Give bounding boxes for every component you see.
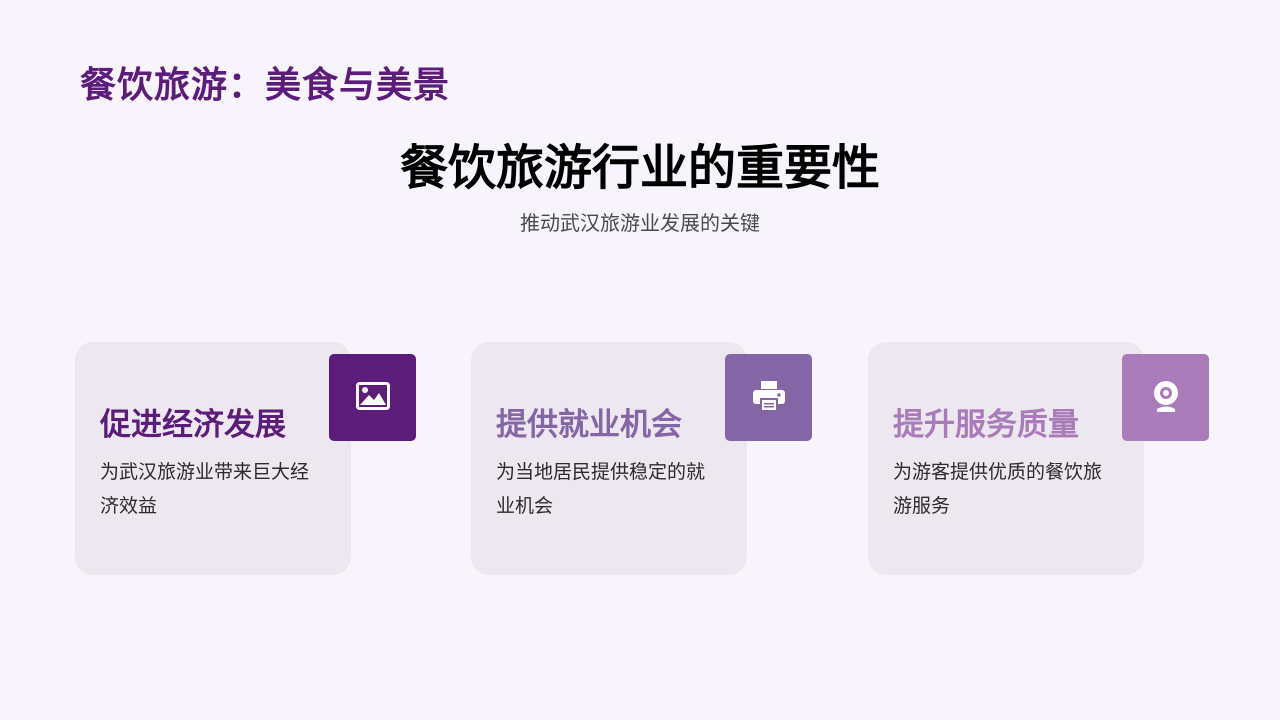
deck-title: 餐饮旅游：美食与美景	[80, 65, 451, 106]
card-icon-box	[1122, 354, 1209, 441]
image-icon	[355, 381, 390, 414]
printer-icon	[752, 380, 786, 416]
card-heading: 提供就业机会	[496, 407, 682, 443]
card-description: 为武汉旅游业带来巨大经济效益	[100, 461, 310, 517]
card-description: 为游客提供优质的餐饮旅游服务	[893, 461, 1103, 517]
card-icon-box	[329, 354, 416, 441]
card-service-quality: 提升服务质量 为游客提供优质的餐饮旅游服务	[868, 342, 1209, 575]
card-description: 为当地居民提供稳定的就业机会	[496, 461, 706, 517]
webcam-icon	[1151, 379, 1181, 417]
page-title: 餐饮旅游行业的重要性	[399, 140, 880, 196]
page-subtitle: 推动武汉旅游业发展的关键	[520, 211, 760, 235]
card-employment-opportunities: 提供就业机会 为当地居民提供稳定的就业机会	[471, 342, 812, 575]
card-heading: 促进经济发展	[100, 407, 286, 443]
card-icon-box	[725, 354, 812, 441]
card-economic-development: 促进经济发展 为武汉旅游业带来巨大经济效益	[75, 342, 416, 575]
card-heading: 提升服务质量	[893, 407, 1079, 443]
